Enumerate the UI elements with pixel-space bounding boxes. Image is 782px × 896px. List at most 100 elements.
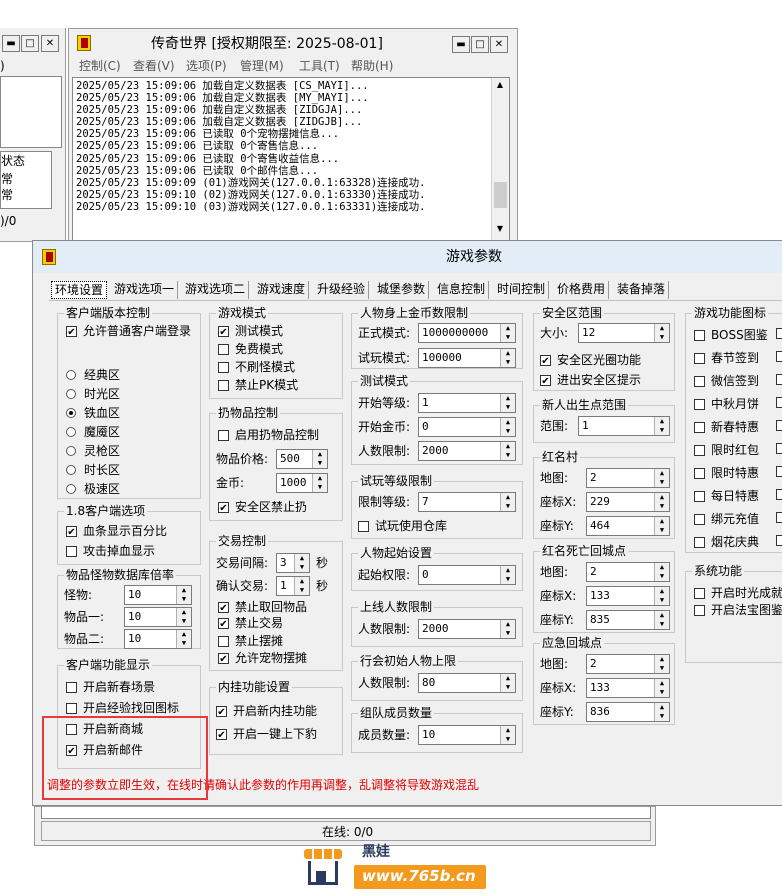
icon-boss-checkbox[interactable]: BOSS图鉴 [694, 328, 768, 342]
em-y-input[interactable]: 836 ▲ ▼ [586, 702, 670, 722]
item2-rate-input[interactable]: 10 ▲ ▼ [124, 629, 192, 649]
trial-storage-checkbox[interactable]: 试玩使用仓库 [358, 519, 447, 533]
icon-flash-sale-checkbox[interactable]: 限时特惠 [694, 466, 759, 480]
menu-options[interactable]: 选项(P) [186, 57, 227, 75]
em-x-input[interactable]: 133 ▲ ▼ [586, 678, 670, 698]
log-panel[interactable]: 2025/05/23 15:09:06 加载自定义数据表 [CS_MAYI]..… [72, 77, 510, 241]
rv-y-input[interactable]: 464 ▲ ▼ [586, 516, 670, 536]
tab-speed[interactable]: 游戏速度 [254, 281, 310, 299]
icon-spring-checkbox[interactable]: 春节签到 [694, 351, 759, 365]
menu-manage[interactable]: 管理(M) [240, 57, 284, 75]
enable-drop-control-checkbox[interactable]: 启用扔物品控制 [218, 428, 319, 442]
zone-radio-mo[interactable]: 魔魇区 [66, 425, 120, 439]
tab-castle[interactable]: 城堡参数 [374, 281, 430, 299]
time-achievement-checkbox[interactable]: 开启时光成就 [694, 586, 782, 600]
tab-options-2[interactable]: 游戏选项二 [182, 281, 250, 299]
test-mode-checkbox[interactable]: ✔ 测试模式 [218, 324, 283, 338]
tab-level-exp[interactable]: 升级经验 [314, 281, 370, 299]
close-icon[interactable]: ✕ [41, 35, 59, 52]
exp-recover-checkbox[interactable]: 开启经验找回图标 [66, 701, 179, 715]
icon-bind-recharge-checkbox[interactable]: 绑元充值 [694, 512, 759, 526]
start-level-label: 开始等级: [358, 396, 411, 410]
log-line: 2025/05/23 15:09:06 加载自定义数据表 [CS_MAYI]..… [76, 80, 369, 92]
rd-map-input[interactable]: 2 ▲ ▼ [586, 562, 670, 582]
tab-time-control[interactable]: 时间控制 [494, 281, 550, 299]
drop-gold-input[interactable]: 1000 ▲ ▼ [276, 473, 328, 493]
team-members-input[interactable]: 10 ▲ ▼ [418, 725, 516, 745]
hp-percent-checkbox[interactable]: ✔ 血条显示百分比 [66, 524, 167, 538]
treasure-album-checkbox[interactable]: 开启法宝图鉴 [694, 603, 782, 617]
menu-tools[interactable]: 工具(T) [299, 57, 340, 75]
free-mode-checkbox[interactable]: 免费模式 [218, 342, 283, 356]
group-client-version: 客户端版本控制 ✔ 允许普通客户端登录 经典区 时光区 铁血区 魔魇区 灵枪区 时… [57, 306, 201, 499]
one-key-leopard-checkbox[interactable]: ✔ 开启一键上下豹 [216, 727, 317, 741]
close-icon[interactable]: ✕ [490, 36, 508, 53]
tab-equip-drop[interactable]: 装备掉落 [614, 281, 670, 299]
test-people-input[interactable]: 2000 ▲ ▼ [418, 441, 516, 461]
status-strip: 在线: 0/0 [34, 806, 656, 846]
attack-drop-checkbox[interactable]: 攻击掉血显示 [66, 544, 155, 558]
zone-radio-classic[interactable]: 经典区 [66, 368, 120, 382]
trade-confirm-input[interactable]: 1 ▲ ▼ [276, 576, 310, 596]
zone-radio-iron[interactable]: 铁血区 [66, 406, 120, 420]
safe-no-drop-checkbox[interactable]: ✔ 安全区禁止扔 [218, 500, 307, 514]
minimize-icon[interactable]: ▬ [452, 36, 470, 53]
tab-info-control[interactable]: 信息控制 [434, 281, 490, 299]
formal-gold-input[interactable]: 1000000000 ▲ ▼ [418, 323, 516, 343]
allow-normal-client-checkbox[interactable]: ✔ 允许普通客户端登录 [66, 324, 191, 338]
menu-help[interactable]: 帮助(H) [351, 57, 393, 75]
safe-halo-checkbox[interactable]: ✔ 安全区光圈功能 [540, 353, 641, 367]
no-take-back-checkbox[interactable]: ✔ 禁止取回物品 [218, 600, 307, 614]
no-trade-checkbox[interactable]: ✔ 禁止交易 [218, 616, 283, 630]
zone-radio-long[interactable]: 时长区 [66, 463, 120, 477]
em-map-input[interactable]: 2 ▲ ▼ [586, 654, 670, 674]
icon-spring-sale-checkbox[interactable]: 新春特惠 [694, 420, 759, 434]
no-refresh-checkbox[interactable]: 不刷怪模式 [218, 360, 295, 374]
tab-environment[interactable]: 环境设置 [51, 281, 108, 299]
safe-size-label: 大小: [540, 326, 569, 340]
tab-price[interactable]: 价格费用 [554, 281, 610, 299]
zone-radio-speed[interactable]: 极速区 [66, 482, 120, 496]
start-gold-input[interactable]: 0 ▲ ▼ [418, 417, 516, 437]
rv-map-input[interactable]: 2 ▲ ▼ [586, 468, 670, 488]
menu-view[interactable]: 查看(V) [133, 57, 175, 75]
zone-radio-spear[interactable]: 灵枪区 [66, 444, 120, 458]
rv-x-input[interactable]: 229 ▲ ▼ [586, 492, 670, 512]
log-scrollbar[interactable]: ▲ ▼ [491, 78, 509, 240]
icon-mooncake-checkbox[interactable]: 中秋月饼 [694, 397, 759, 411]
safe-size-input[interactable]: 12 ▲ ▼ [578, 323, 670, 343]
no-pk-checkbox[interactable]: 禁止PK模式 [218, 378, 298, 392]
group-trade: 交易控制 交易间隔: 3 ▲ ▼ 秒 确认交易: 1 ▲ ▼ 秒 ✔ 禁止取回物品 ✔ 禁止… [209, 534, 343, 671]
icon-wechat-checkbox[interactable]: 微信签到 [694, 374, 759, 388]
safe-tip-checkbox[interactable]: ✔ 进出安全区提示 [540, 373, 641, 387]
column-header: 状态 [1, 154, 26, 168]
rd-y-input[interactable]: 835 ▲ ▼ [586, 610, 670, 630]
item1-rate-input[interactable]: 10 ▲ ▼ [124, 607, 192, 627]
icon-daily-sale-checkbox[interactable]: 每日特惠 [694, 489, 759, 503]
menu-control[interactable]: 控制(C) [79, 57, 121, 75]
zone-radio-time[interactable]: 时光区 [66, 387, 120, 401]
tab-options-1[interactable]: 游戏选项一 [111, 281, 179, 299]
trial-level-input[interactable]: 7 ▲ ▼ [418, 492, 516, 512]
minimize-icon[interactable]: ▬ [2, 35, 20, 52]
newbie-range-input[interactable]: 1 ▲ ▼ [578, 416, 670, 436]
start-perm-input[interactable]: 0 ▲ ▼ [418, 565, 516, 585]
rd-x-input[interactable]: 133 ▲ ▼ [586, 586, 670, 606]
no-stall-checkbox[interactable]: 禁止摆摊 [218, 634, 283, 648]
trade-interval-input[interactable]: 3 ▲ ▼ [276, 553, 310, 573]
drop-price-input[interactable]: 500 ▲ ▼ [276, 449, 328, 469]
left-table: 状态 常 常 [0, 151, 52, 209]
trial-gold-input[interactable]: 100000 ▲ ▼ [418, 348, 516, 368]
maximize-icon[interactable]: □ [21, 35, 39, 52]
start-level-input[interactable]: 1 ▲ ▼ [418, 393, 516, 413]
monster-rate-input[interactable]: 10 ▲ ▼ [124, 585, 192, 605]
maximize-icon[interactable]: □ [471, 36, 489, 53]
online-people-input[interactable]: 2000 ▲ ▼ [418, 619, 516, 639]
guild-people-input[interactable]: 80 ▲ ▼ [418, 673, 516, 693]
new-plugin-checkbox[interactable]: ✔ 开启新内挂功能 [216, 704, 317, 718]
icon-redpack-checkbox[interactable]: 限时红包 [694, 443, 759, 457]
spring-scene-checkbox[interactable]: 开启新春场景 [66, 680, 155, 694]
allow-pet-stall-checkbox[interactable]: ✔ 允许宠物摆摊 [218, 651, 307, 665]
watermark-url-bg: www.765b.cn [354, 865, 486, 889]
icon-firework-checkbox[interactable]: 烟花庆典 [694, 535, 759, 549]
